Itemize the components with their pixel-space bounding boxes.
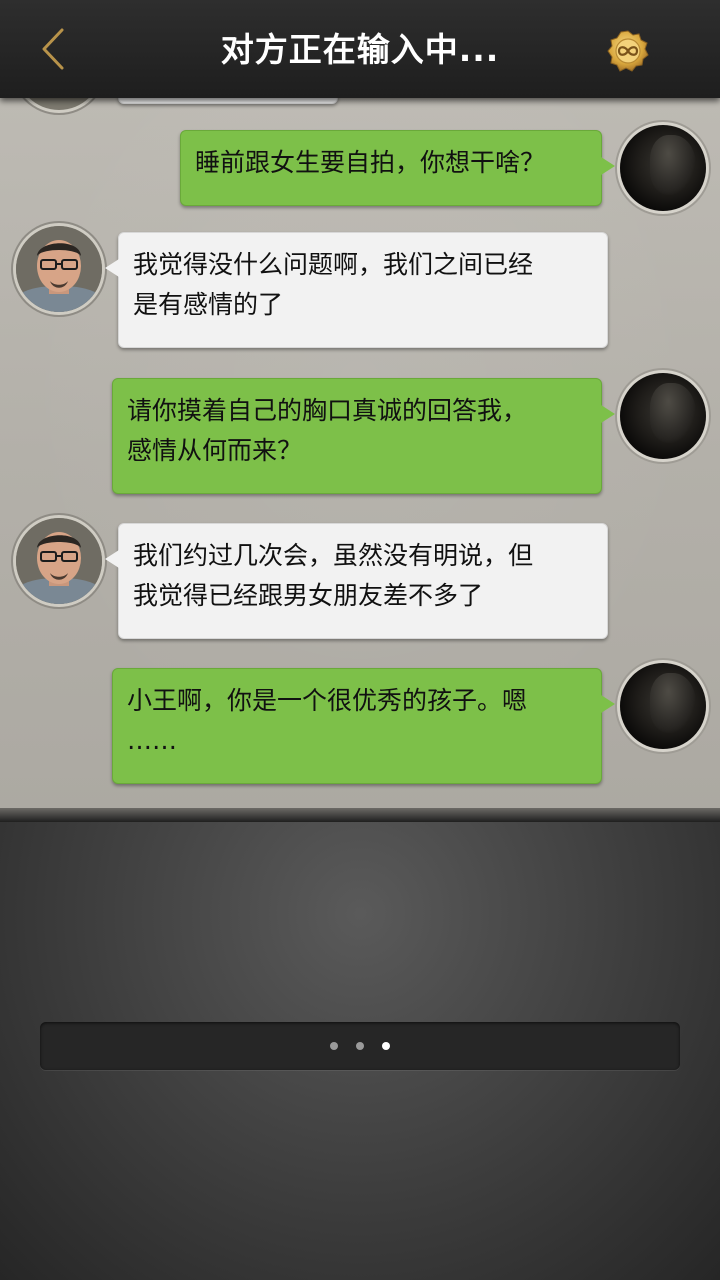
message-bubble-sent: 小王啊，你是一个很优秀的孩子。嗯 …… [112, 668, 615, 784]
infinity-coin-icon [607, 30, 649, 72]
contact-avatar[interactable] [16, 518, 102, 604]
message-line: …… [127, 726, 177, 755]
coin-button[interactable] [607, 30, 649, 72]
message-line: 感情从何而来？ [127, 436, 303, 465]
message-bubble-received: 我们约过几次会，虽然没有明说，但 我觉得已经跟男女朋友差不多了 [105, 523, 608, 639]
bottom-panel [0, 822, 720, 1280]
previous-message-bubble [118, 98, 338, 104]
top-bar: 对方正在输入中... [0, 0, 720, 98]
message-line: 请你摸着自己的胸口真诚的回答我， [127, 396, 528, 425]
message-line: 我觉得没什么问题啊，我们之间已经 [133, 250, 534, 279]
my-avatar[interactable] [620, 373, 706, 459]
man-portrait-icon [16, 226, 102, 312]
man-portrait-icon [16, 518, 102, 604]
message-bubble-sent: 请你摸着自己的胸口真诚的回答我， 感情从何而来？ [112, 378, 615, 494]
chat-divider [0, 808, 720, 822]
my-avatar[interactable] [620, 663, 706, 749]
message-line: 小王啊，你是一个很优秀的孩子。嗯 [127, 686, 528, 715]
page-title: 对方正在输入中... [220, 30, 500, 69]
message-line: 我觉得已经跟男女朋友差不多了 [133, 581, 484, 610]
message-bubble-sent: 睡前跟女生要自拍，你想干啥？ [180, 130, 615, 206]
message-line: 睡前跟女生要自拍，你想干啥？ [195, 148, 546, 177]
contact-avatar[interactable] [16, 98, 102, 110]
message-line: 是有感情的了 [133, 290, 284, 319]
chevron-left-icon [42, 28, 64, 70]
my-avatar[interactable] [620, 125, 706, 211]
typing-dot [330, 1042, 338, 1050]
message-bubble-received: 我觉得没什么问题啊，我们之间已经 是有感情的了 [105, 232, 608, 348]
chat-screen: 对方正在输入中... 睡前跟女生要自拍，你想干啥？ 我觉得没什么问题啊，我们之间… [0, 0, 720, 1280]
message-line: 我们约过几次会，虽然没有明说，但 [133, 541, 534, 570]
back-button[interactable] [30, 24, 80, 74]
typing-dot-active [382, 1042, 390, 1050]
typing-dot [356, 1042, 364, 1050]
contact-avatar[interactable] [16, 226, 102, 312]
typing-indicator-bar [40, 1022, 680, 1070]
chat-area[interactable]: 睡前跟女生要自拍，你想干啥？ 我觉得没什么问题啊，我们之间已经 是有感情的了 请 [0, 98, 720, 814]
